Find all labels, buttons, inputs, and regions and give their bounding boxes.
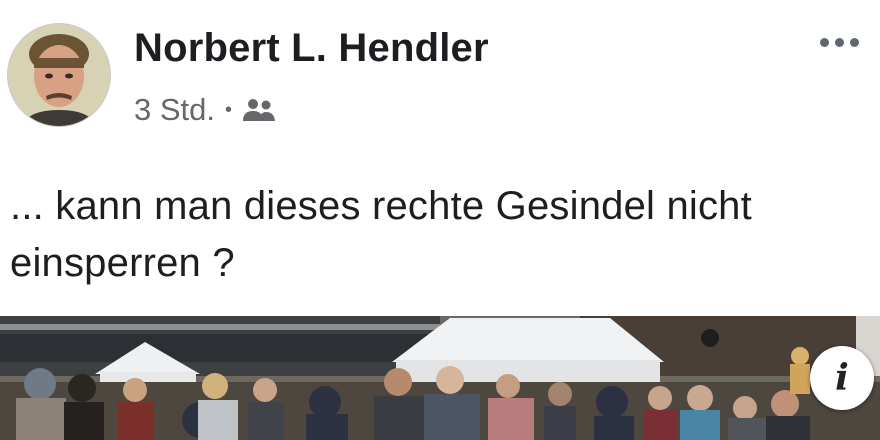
info-glyph: i [835, 357, 849, 399]
more-dot [835, 37, 844, 47]
post-timestamp[interactable]: 3 Std. [134, 92, 215, 128]
meta-separator: • [225, 99, 233, 121]
more-horizontal-icon[interactable] [820, 32, 868, 52]
author-name[interactable]: Norbert L. Hendler [134, 26, 489, 71]
post-photo[interactable] [0, 316, 880, 440]
more-dot [850, 37, 859, 47]
group-icon[interactable] [242, 97, 276, 123]
facebook-post: Norbert L. Hendler 3 Std. • ... kann man… [0, 0, 880, 440]
avatar-photo [8, 24, 110, 126]
author-avatar[interactable] [8, 24, 110, 126]
post-text-line: einsperren ? [10, 241, 235, 285]
info-icon[interactable]: i [810, 346, 874, 410]
more-dot [820, 37, 829, 47]
post-text-line: ... kann man dieses rechte Gesindel nich… [10, 184, 752, 228]
post-text: ... kann man dieses rechte Gesindel nich… [10, 178, 876, 292]
crowd-photo [0, 316, 880, 440]
post-meta: 3 Std. • [134, 92, 276, 128]
